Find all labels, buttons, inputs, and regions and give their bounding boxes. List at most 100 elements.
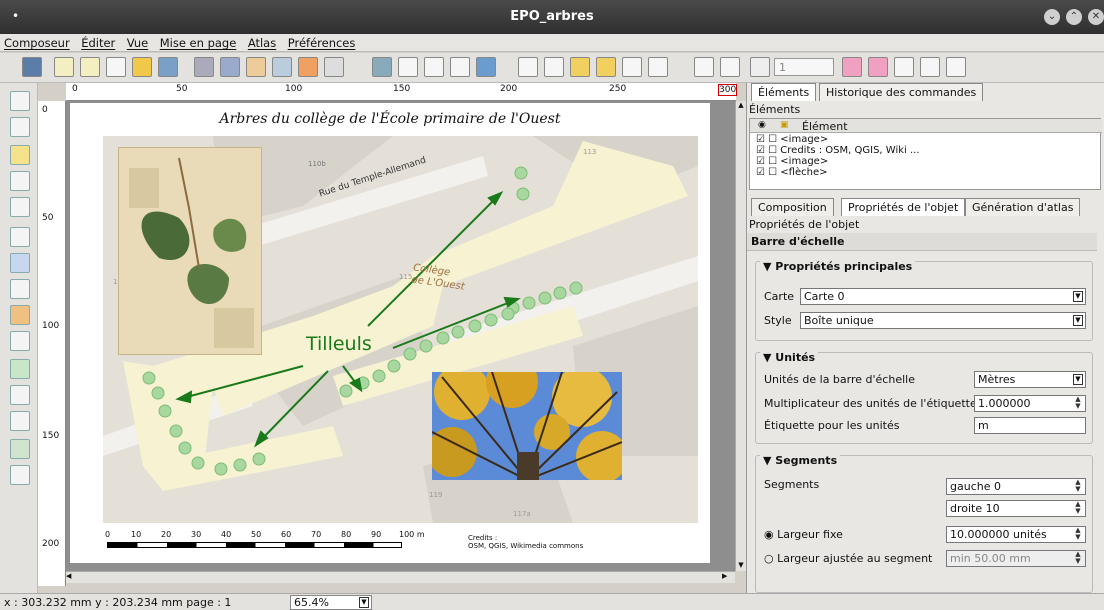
add-attribute-table-icon[interactable] (10, 439, 30, 459)
style-select[interactable]: Boîte unique ▼ (800, 312, 1086, 329)
multiplier-spinbox[interactable]: 1.000000 ▲ ▼ (974, 395, 1086, 412)
select-all-icon[interactable] (518, 57, 538, 77)
fit-segment-min-spinbox[interactable]: min 50.00 mm ▲ ▼ (946, 550, 1086, 567)
list-item[interactable]: ☑ ☐ <flèche> (756, 167, 920, 178)
last-feature-icon[interactable] (868, 57, 888, 77)
spinner-icon[interactable]: ▲ ▼ (1073, 501, 1083, 516)
menu-vue[interactable]: Vue (123, 34, 152, 52)
redo-icon[interactable] (324, 57, 344, 77)
canvas-vertical-scrollbar[interactable]: ▲ ▼ (735, 101, 746, 571)
fixed-width-radio[interactable]: ◉ Largeur fixe (764, 528, 843, 541)
unit-label-input[interactable]: m (974, 417, 1086, 434)
menu-mise-en-page[interactable]: Mise en page (156, 34, 241, 52)
scale-label: 70 (311, 530, 322, 539)
deselect-icon[interactable] (544, 57, 564, 77)
atlas-preview-icon[interactable] (694, 57, 714, 77)
menu-editer[interactable]: Éditer (77, 34, 119, 52)
export-pdf-icon[interactable] (272, 57, 292, 77)
ungroup-icon[interactable] (648, 57, 668, 77)
zoom-100-icon[interactable] (398, 57, 418, 77)
list-item[interactable]: ☑ ☐ <image> (756, 156, 920, 167)
undo-icon[interactable] (298, 57, 318, 77)
tab-history[interactable]: Historique des commandes (819, 83, 984, 101)
fit-segment-radio[interactable]: ○ Largeur ajustée au segment (764, 552, 932, 565)
add-shape-icon[interactable] (10, 359, 30, 379)
spinner-icon[interactable]: ▲ ▼ (1073, 551, 1083, 566)
carte-select[interactable]: Carte 0 ▼ (800, 288, 1086, 305)
print-icon[interactable] (194, 57, 214, 77)
menu-preferences[interactable]: Préférences (284, 34, 360, 52)
canvas-horizontal-scrollbar[interactable]: ◀ ▶ (66, 571, 735, 583)
menu-atlas[interactable]: Atlas (244, 34, 280, 52)
list-item[interactable]: ☑ ☐ <image> (756, 134, 920, 145)
add-map-icon[interactable] (10, 227, 30, 247)
credits-label[interactable]: Credits : OSM, QGIS, Wikimedia commons (468, 534, 583, 550)
group-icon[interactable] (622, 57, 642, 77)
save-icon[interactable] (22, 57, 42, 77)
tab-composition[interactable]: Composition (751, 198, 834, 216)
add-node-item-icon[interactable] (10, 385, 30, 405)
segments-left-spinbox[interactable]: gauche 0 ▲ ▼ (946, 478, 1086, 495)
previous-feature-icon[interactable] (750, 57, 770, 77)
add-arrow-icon[interactable] (10, 411, 30, 431)
units-select[interactable]: Mètres ▼ (974, 371, 1086, 388)
segments-right-spinbox[interactable]: droite 10 ▲ ▼ (946, 500, 1086, 517)
export-atlas-icon[interactable] (920, 57, 940, 77)
zoom-in-icon[interactable] (424, 57, 444, 77)
unlock-icon[interactable] (596, 57, 616, 77)
main-properties-title[interactable]: ▼ Propriétés principales (760, 260, 916, 273)
scalebar-item[interactable]: 0 10 20 30 40 50 60 70 80 90 100 m (105, 530, 445, 554)
move-content-icon[interactable] (10, 171, 30, 191)
first-feature-icon[interactable] (720, 57, 740, 77)
fixed-width-spinbox[interactable]: 10.000000 unités ▲ ▼ (946, 526, 1086, 543)
scroll-down-icon[interactable]: ▼ (736, 561, 746, 571)
composer-manager-icon[interactable] (106, 57, 126, 77)
add-scalebar-icon[interactable] (10, 331, 30, 351)
spinner-icon[interactable]: ▲ ▼ (1073, 527, 1083, 542)
spinner-icon[interactable]: ▲ ▼ (1073, 479, 1083, 494)
atlas-page-field[interactable]: 1 (774, 58, 834, 76)
spinner-icon[interactable]: ▲ ▼ (1073, 396, 1083, 411)
add-html-icon[interactable] (10, 465, 30, 485)
add-image-icon[interactable] (10, 253, 30, 273)
elements-list[interactable]: ◉ ▣ Élément ☑ ☐ <image> ☑ ☐ Credits : OS… (749, 118, 1102, 190)
tab-atlas-generation[interactable]: Génération d'atlas (965, 198, 1081, 216)
zoom-out-icon[interactable] (450, 57, 470, 77)
pan-icon[interactable] (10, 91, 30, 111)
tilleuls-label[interactable]: Tilleuls (306, 333, 372, 355)
segments-title[interactable]: ▼ Segments (760, 454, 841, 467)
next-feature-icon[interactable] (842, 57, 862, 77)
menu-composeur[interactable]: Composeur (0, 34, 74, 52)
duplicate-composer-icon[interactable] (80, 57, 100, 77)
save-template-icon[interactable] (158, 57, 178, 77)
open-template-icon[interactable] (132, 57, 152, 77)
export-svg-icon[interactable] (246, 57, 266, 77)
units-title[interactable]: ▼ Unités (760, 351, 819, 364)
atlas-settings-icon[interactable] (946, 57, 966, 77)
refresh-icon[interactable] (476, 57, 496, 77)
maximize-icon[interactable]: ⌃ (1066, 9, 1082, 25)
add-label-icon[interactable] (10, 279, 30, 299)
layout-title[interactable]: Arbres du collège de l'École primaire de… (70, 111, 710, 127)
edit-nodes-icon[interactable] (10, 197, 30, 217)
export-image-icon[interactable] (220, 57, 240, 77)
linden-illustration-image[interactable] (118, 147, 262, 355)
tree-photo-image[interactable] (432, 372, 622, 480)
new-composer-icon[interactable] (54, 57, 74, 77)
scroll-up-icon[interactable]: ▲ (736, 101, 746, 111)
lock-icon[interactable] (570, 57, 590, 77)
zoom-select[interactable]: 65.4% ▼ (290, 595, 372, 610)
tab-item-properties[interactable]: Propriétés de l'objet (841, 198, 966, 216)
minimize-icon[interactable]: ⌄ (1044, 9, 1060, 25)
print-atlas-icon[interactable] (894, 57, 914, 77)
select-move-icon[interactable] (10, 145, 30, 165)
scroll-left-icon[interactable]: ◀ (66, 572, 76, 582)
list-item[interactable]: ☑ ☐ Credits : OSM, QGIS, Wiki ... (756, 145, 920, 156)
add-legend-icon[interactable] (10, 305, 30, 325)
close-icon[interactable]: ✕ (1088, 9, 1104, 25)
zoom-full-icon[interactable] (372, 57, 392, 77)
scroll-right-icon[interactable]: ▶ (722, 572, 732, 582)
zoom-tool-icon[interactable] (10, 117, 30, 137)
element-column-header[interactable]: Élément (802, 120, 848, 133)
tab-elements[interactable]: Éléments (751, 83, 817, 101)
